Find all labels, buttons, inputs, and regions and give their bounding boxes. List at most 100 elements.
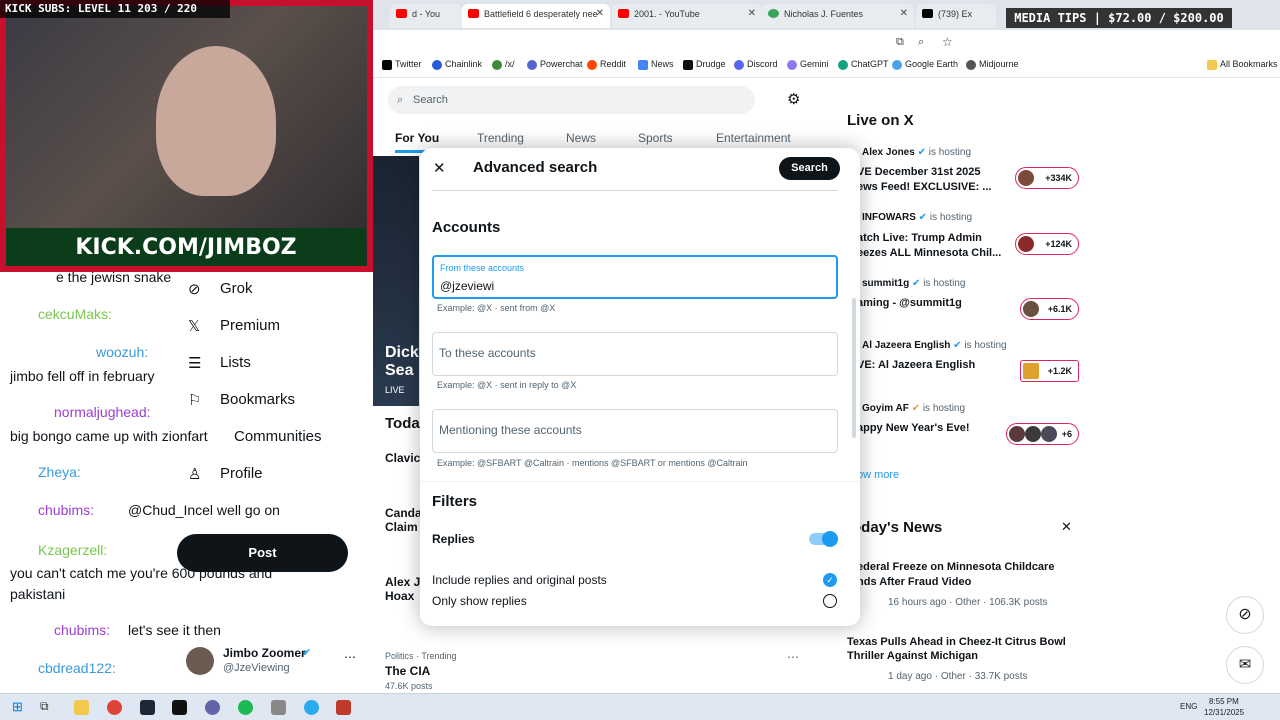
feed-item-title[interactable]: Claim [385, 520, 418, 534]
live-title[interactable]: VE: Al Jazeera English [857, 359, 975, 371]
app-icon[interactable] [271, 700, 286, 715]
close-icon[interactable]: ✕ [1061, 519, 1072, 535]
bookmark-item[interactable]: News [638, 59, 674, 70]
scrollbar[interactable] [852, 298, 856, 438]
bookmark-item[interactable]: Google Earth [892, 59, 958, 70]
browser-tab[interactable]: Battlefield 6 desperately nee ✕ [462, 4, 610, 28]
news-title[interactable]: Texas Pulls Ahead in Cheez-It Citrus Bow… [847, 636, 1066, 648]
live-count-pill[interactable]: +1.2K [1020, 360, 1079, 382]
post-button[interactable]: Post [177, 534, 348, 572]
news-title[interactable]: ederal Freeze on Minnesota Childcare [857, 561, 1054, 573]
grok-icon[interactable]: ⊘ [1226, 596, 1264, 634]
bookmark-item[interactable]: ChatGPT [838, 59, 889, 70]
terminal-icon[interactable] [172, 700, 187, 715]
replies-toggle[interactable] [809, 531, 838, 547]
radio-unchecked[interactable] [823, 594, 837, 608]
sidebar-item-communities[interactable]: Communities [234, 428, 322, 445]
news-title[interactable]: Thriller Against Michigan [847, 650, 978, 662]
featured-card[interactable]: Dick Sea LIVE [373, 156, 419, 406]
avatar [1023, 301, 1039, 317]
file-explorer-icon[interactable] [74, 700, 89, 715]
address-bar[interactable]: ⧉ ⌕ ☆ [370, 30, 1280, 56]
clock-time[interactable]: 8:55 PM [1209, 697, 1239, 706]
live-title[interactable]: aming - @summit1g [857, 297, 962, 309]
live-title[interactable]: VE December 31st 2025 [857, 166, 981, 178]
bookmarks-bar: Twitter Chainlink /x/ Powerchat Reddit N… [370, 56, 1280, 78]
feed-item-title[interactable]: Canda [385, 506, 422, 520]
to-accounts-field[interactable]: To these accounts [432, 332, 838, 376]
more-icon[interactable]: ⋯ [344, 650, 356, 664]
bookmark-item[interactable]: Powerchat [527, 59, 583, 70]
x-search-input[interactable]: ⌕ Search [388, 86, 755, 114]
live-count-pill[interactable]: +6 [1006, 423, 1079, 445]
task-view-icon[interactable]: ⧉ [40, 699, 49, 714]
steam-icon[interactable] [140, 700, 155, 715]
live-count-pill[interactable]: +334K [1015, 167, 1079, 189]
live-title[interactable]: ews Feed! EXCLUSIVE: ... [857, 181, 991, 193]
bookmark-item[interactable]: Twitter [382, 59, 422, 70]
news-title[interactable]: nds After Fraud Video [857, 576, 971, 588]
chrome-icon[interactable] [107, 700, 122, 715]
live-count-pill[interactable]: +124K [1015, 233, 1079, 255]
live-host[interactable]: Al Jazeera English ✔ is hosting [862, 340, 1007, 351]
bookmark-item[interactable]: Gemini [787, 59, 829, 70]
bookmark-item[interactable]: /x/ [492, 59, 515, 70]
sidebar-item-bookmarks[interactable]: Bookmarks [220, 391, 295, 408]
live-host[interactable]: Goyim AF ✔ is hosting [862, 403, 965, 414]
feed-item-title[interactable]: Hoax [385, 589, 414, 603]
avatar[interactable] [186, 647, 214, 675]
close-tab-icon[interactable]: ✕ [748, 4, 756, 24]
live-title[interactable]: atch Live: Trump Admin [857, 232, 982, 244]
trend-name[interactable]: The CIA [385, 664, 430, 678]
bookmark-item[interactable]: Drudge [683, 59, 726, 70]
search-button[interactable]: Search [779, 157, 840, 180]
settings-gear-icon[interactable]: ⚙ [787, 90, 800, 108]
browser-tab[interactable]: Nicholas J. Fuentes ✕ [762, 4, 914, 28]
sidebar-item-grok[interactable]: Grok [220, 280, 253, 297]
radio-checked[interactable]: ✓ [823, 573, 837, 587]
live-host[interactable]: Alex Jones ✔ is hosting [862, 147, 971, 158]
live-count-pill[interactable]: +6.1K [1020, 298, 1079, 320]
screenshot-icon[interactable]: ⧉ [896, 36, 904, 49]
browser-tab[interactable]: d - You [390, 4, 462, 28]
more-icon[interactable]: ⋯ [787, 650, 799, 664]
live-host[interactable]: summit1g ✔ is hosting [862, 278, 965, 289]
tab-sports[interactable]: Sports [638, 131, 673, 145]
sidebar-item-profile[interactable]: Profile [220, 465, 263, 482]
close-tab-icon[interactable]: ✕ [596, 4, 604, 24]
clock-date[interactable]: 12/31/2025 [1204, 708, 1244, 717]
bookmark-item[interactable]: Discord [734, 59, 778, 70]
spotify-icon[interactable] [238, 700, 253, 715]
bookmark-star-icon[interactable]: ☆ [942, 35, 953, 49]
tab-for-you[interactable]: For You [395, 131, 439, 145]
telegram-icon[interactable] [304, 700, 319, 715]
windows-start-icon[interactable]: ⊞ [12, 699, 23, 715]
all-bookmarks[interactable]: All Bookmarks [1207, 59, 1278, 70]
messages-icon[interactable]: ✉ [1226, 646, 1264, 684]
mentioning-accounts-field[interactable]: Mentioning these accounts [432, 409, 838, 453]
show-more-link[interactable]: ow more [857, 469, 899, 481]
live-title[interactable]: appy New Year's Eve! [857, 422, 969, 434]
close-icon[interactable]: ✕ [433, 159, 446, 177]
feed-item-title[interactable]: Clavic [385, 451, 420, 465]
language-indicator[interactable]: ENG [1180, 702, 1197, 711]
bookmark-item[interactable]: Midjourne [966, 59, 1019, 70]
app-icon[interactable] [336, 700, 351, 715]
live-title[interactable]: eezes ALL Minnesota Chil... [857, 247, 1001, 259]
zoom-icon[interactable]: ⌕ [918, 36, 924, 49]
browser-tab[interactable]: 2001. - YouTube ✕ [612, 4, 762, 28]
tab-news[interactable]: News [566, 131, 596, 145]
sidebar-item-premium[interactable]: Premium [220, 317, 280, 334]
account-name[interactable]: Jimbo Zoomer [223, 646, 306, 660]
bookmark-item[interactable]: Chainlink [432, 59, 482, 70]
bookmark-item[interactable]: Reddit [587, 59, 626, 70]
tab-entertainment[interactable]: Entertainment [716, 131, 791, 145]
sidebar-item-lists[interactable]: Lists [220, 354, 251, 371]
obs-icon[interactable] [205, 700, 220, 715]
from-accounts-field[interactable]: From these accounts @jzeviewi [432, 255, 838, 299]
tab-trending[interactable]: Trending [477, 131, 524, 145]
close-tab-icon[interactable]: ✕ [900, 4, 908, 24]
live-host[interactable]: INFOWARS ✔ is hosting [862, 212, 972, 223]
feed-item-title[interactable]: Alex J [385, 575, 420, 589]
browser-tab[interactable]: (739) Ex [916, 4, 996, 28]
